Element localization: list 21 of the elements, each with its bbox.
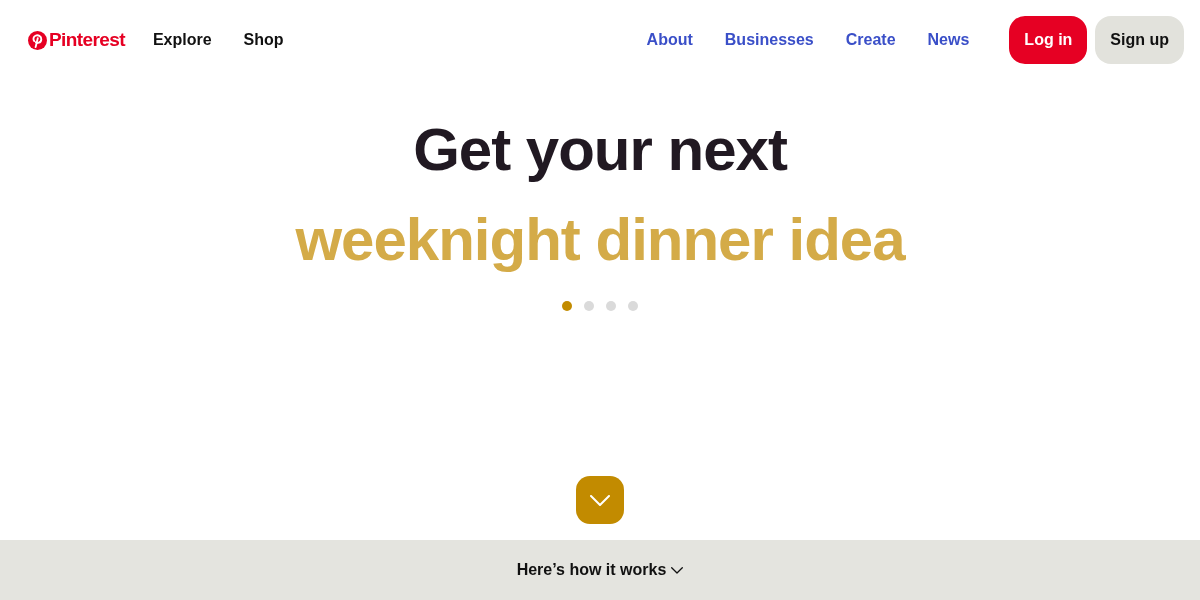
carousel-dot[interactable] <box>606 301 616 311</box>
carousel-dot[interactable] <box>628 301 638 311</box>
nav-link[interactable]: Explore <box>152 31 212 49</box>
nav-link[interactable]: News <box>927 31 970 49</box>
nav-link[interactable]: About <box>646 31 693 49</box>
carousel-dot[interactable] <box>584 301 594 311</box>
hero-title: Get your next <box>413 115 787 185</box>
scroll-down-button[interactable] <box>576 476 624 524</box>
login-button[interactable]: Log in <box>1009 16 1088 64</box>
nav-link[interactable]: Businesses <box>724 31 814 49</box>
logo-wordmark: Pinterest <box>49 29 125 51</box>
carousel-dot[interactable] <box>562 301 572 311</box>
pinterest-logo[interactable]: Pinterest <box>28 29 125 51</box>
signup-button[interactable]: Sign up <box>1095 16 1184 64</box>
how-it-works-link[interactable]: Here’s how it works <box>516 561 684 579</box>
hero-subtitle: weeknight dinner idea <box>295 205 905 275</box>
pin-logo-icon <box>28 30 47 50</box>
chevron-down-icon <box>671 566 684 574</box>
nav-link[interactable]: Create <box>845 31 896 49</box>
nav-link[interactable]: Shop <box>243 31 284 49</box>
chevron-down-icon <box>590 494 610 506</box>
